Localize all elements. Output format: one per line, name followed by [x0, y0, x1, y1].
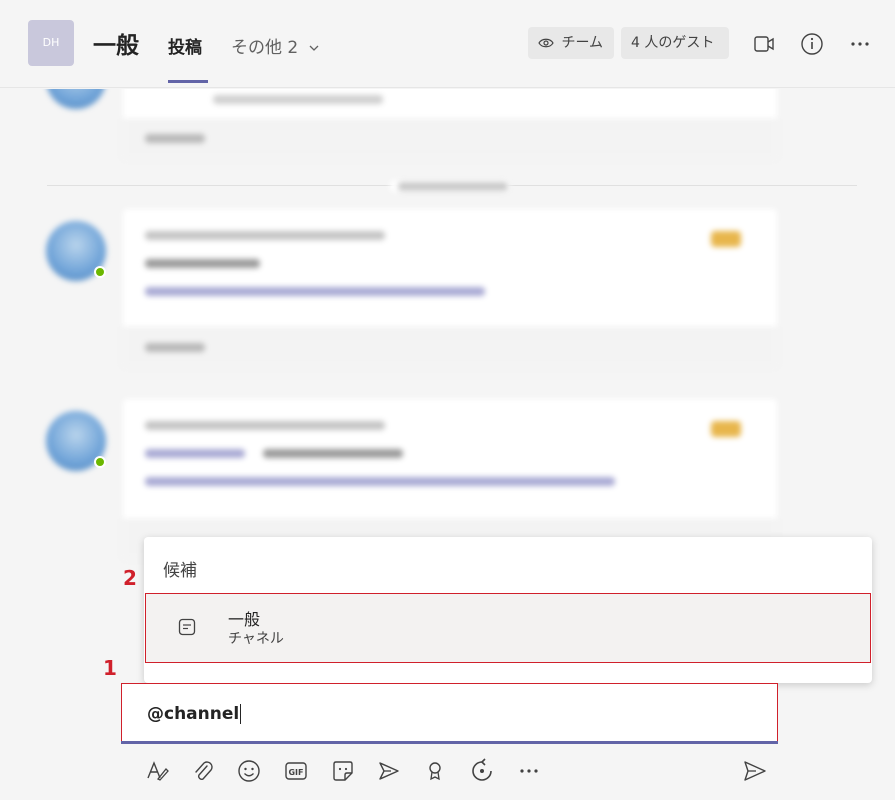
loop-icon[interactable] — [469, 758, 495, 784]
compose-focus-underline — [121, 741, 778, 744]
meet-now-icon[interactable] — [376, 758, 402, 784]
channel-header: DH 一般 投稿 その他 2 チーム 4 人のゲスト — [0, 0, 895, 88]
chevron-down-icon — [309, 45, 319, 51]
compose-input[interactable]: @channel — [147, 704, 242, 724]
format-icon[interactable] — [144, 758, 170, 784]
annotation-marker-2: 2 — [123, 566, 137, 590]
tab-more-label: その他 2 — [231, 38, 299, 58]
gif-icon[interactable]: GIF — [283, 758, 309, 784]
suggestion-subtitle: チャネル — [228, 631, 284, 647]
mention-suggestion-popup: 候補 一般 チャネル — [144, 537, 872, 683]
sticker-icon[interactable] — [330, 758, 356, 784]
suggestion-title: 一般 — [228, 610, 261, 629]
team-avatar[interactable]: DH — [28, 20, 74, 66]
presence-indicator — [94, 456, 106, 468]
message-card — [123, 89, 777, 159]
praise-icon[interactable] — [422, 758, 448, 784]
annotation-marker-1: 1 — [103, 656, 117, 680]
team-visibility-button[interactable]: チーム — [528, 27, 614, 59]
suggestion-item-general-channel[interactable]: 一般 チャネル — [145, 593, 871, 663]
compose-box[interactable]: @channel — [121, 683, 778, 743]
guest-count-button[interactable]: 4 人のゲスト — [621, 27, 729, 59]
active-tab-indicator — [168, 80, 208, 83]
tab-more[interactable]: その他 2 — [231, 33, 320, 58]
more-icon[interactable] — [516, 758, 542, 784]
presence-indicator — [94, 266, 106, 278]
suggestion-header: 候補 — [163, 561, 197, 581]
eye-icon — [538, 38, 554, 48]
team-pill-label: チーム — [561, 35, 604, 51]
emoji-icon[interactable] — [236, 758, 262, 784]
meet-icon[interactable] — [752, 32, 776, 56]
text-caret — [240, 704, 242, 724]
compose-input-text: @channel — [147, 704, 240, 724]
date-divider-text — [398, 182, 508, 191]
svg-text:GIF: GIF — [288, 768, 303, 777]
info-icon[interactable] — [800, 32, 824, 56]
tab-posts[interactable]: 投稿 — [168, 33, 202, 58]
attach-icon[interactable] — [190, 758, 216, 784]
compose-toolbar: GIF — [0, 748, 895, 800]
send-icon[interactable] — [742, 758, 768, 784]
channel-icon — [178, 618, 196, 636]
more-options-icon[interactable] — [848, 32, 872, 56]
message-card — [123, 399, 777, 559]
message-card — [123, 209, 777, 367]
channel-title: 一般 — [93, 33, 139, 59]
avatar — [46, 89, 106, 109]
